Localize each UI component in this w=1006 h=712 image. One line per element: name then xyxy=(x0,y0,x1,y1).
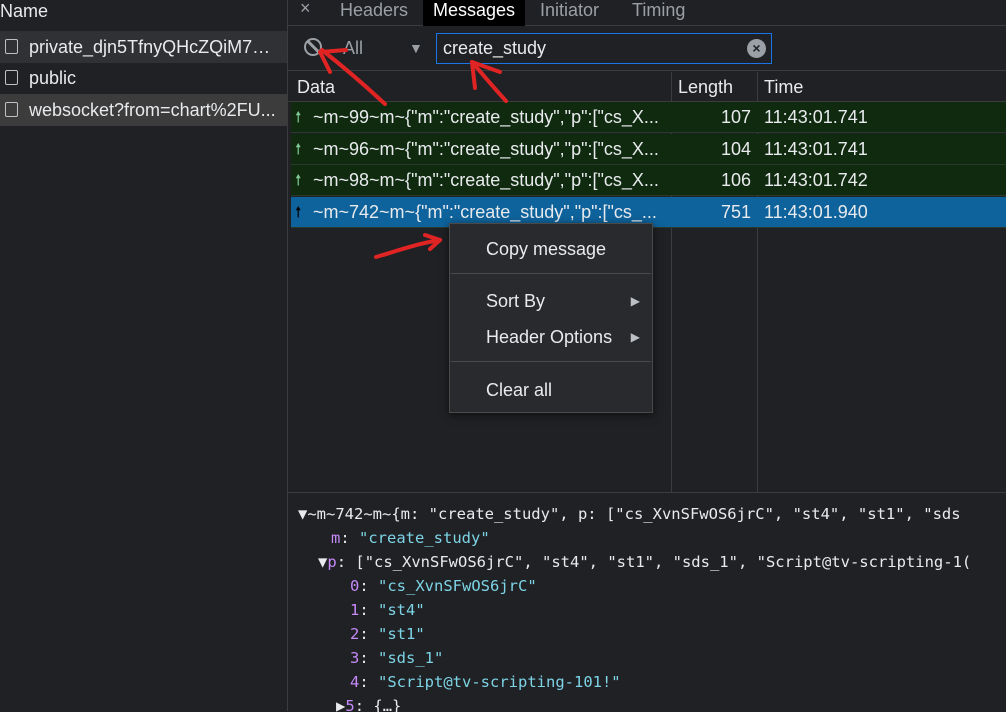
column-header-time[interactable]: Time xyxy=(764,77,803,98)
message-data: ~m~96~m~{"m":"create_study","p":["cs_X..… xyxy=(313,139,659,159)
message-time: 11:43:01.940 xyxy=(764,202,868,222)
menu-item-copy-message[interactable]: Copy message xyxy=(486,239,606,260)
submenu-arrow-icon: ▶ xyxy=(630,330,640,344)
request-item[interactable]: private_djn5TfnyQHcZQiM7M... xyxy=(0,31,287,63)
tree-array-item: 0: "cs_XvnSFwOS6jrC" xyxy=(350,577,537,595)
message-detail-tree: ▼~m~742~m~{m: "create_study", p: ["cs_Xv… xyxy=(288,492,1006,712)
tree-index: 0 xyxy=(350,577,360,595)
tree-value: "create_study" xyxy=(359,529,490,547)
tree-key: p xyxy=(327,553,337,571)
tree-value: "cs_XvnSFwOS6jrC" xyxy=(378,577,537,595)
tree-array-item[interactable]: ▶5: {…} xyxy=(336,697,401,712)
message-length: 751 xyxy=(720,202,751,222)
message-data: ~m~98~m~{"m":"create_study","p":["cs_X..… xyxy=(313,170,659,190)
tree-value: "st4" xyxy=(378,601,425,619)
tree-index: 1 xyxy=(350,601,360,619)
message-time: 11:43:01.741 xyxy=(764,107,868,127)
tree-node-p[interactable]: ▼p: ["cs_XvnSFwOS6jrC", "st4", "st1", "s… xyxy=(318,553,971,571)
tab-initiator[interactable]: Initiator xyxy=(530,0,609,26)
tree-value: "Script@tv-scripting-101!" xyxy=(378,673,621,691)
grid-header: Data Length Time xyxy=(288,72,1006,102)
request-name: websocket?from=chart%2FU... xyxy=(29,100,276,120)
tree-value: "st1" xyxy=(378,625,425,643)
sent-arrow-icon: 🠕 xyxy=(295,109,302,126)
clear-icon[interactable]: × xyxy=(747,39,766,58)
request-type-icon xyxy=(5,70,18,85)
request-type-icon xyxy=(5,39,18,54)
message-time: 11:43:01.742 xyxy=(764,170,868,190)
message-length: 107 xyxy=(720,107,751,127)
menu-separator xyxy=(451,361,651,362)
request-name: private_djn5TfnyQHcZQiM7M... xyxy=(29,37,279,57)
message-time: 11:43:01.741 xyxy=(764,139,868,159)
expand-arrow-icon[interactable]: ▶ xyxy=(336,697,345,712)
tab-messages[interactable]: Messages xyxy=(423,0,526,26)
request-item[interactable]: public xyxy=(0,62,287,94)
context-menu: Copy message Sort By ▶ Header Options ▶ … xyxy=(449,223,653,413)
tree-root-text: ~m~742~m~{m: "create_study", p: ["cs_Xvn… xyxy=(307,505,961,523)
message-row[interactable]: 🠕 ~m~98~m~{"m":"create_study","p":["cs_X… xyxy=(291,165,1006,196)
sent-arrow-icon: 🠕 xyxy=(295,204,302,221)
name-column-header[interactable]: Name xyxy=(0,0,287,26)
request-item-selected[interactable]: websocket?from=chart%2FU... xyxy=(0,94,287,126)
chevron-down-icon[interactable]: ▼ xyxy=(409,40,423,56)
column-header-length[interactable]: Length xyxy=(678,77,733,98)
tab-bar: × Headers Messages Initiator Timing xyxy=(288,0,1006,26)
filter-bar: All ▼ × xyxy=(288,26,1006,71)
message-data: ~m~99~m~{"m":"create_study","p":["cs_X..… xyxy=(313,107,659,127)
request-list-panel: Name private_djn5TfnyQHcZQiM7M... public… xyxy=(0,0,288,711)
menu-item-sort-by[interactable]: Sort By xyxy=(486,291,636,312)
tree-array-item: 4: "Script@tv-scripting-101!" xyxy=(350,673,621,691)
tree-index: 3 xyxy=(350,649,360,667)
menu-item-label: Header Options xyxy=(486,327,613,347)
message-row[interactable]: 🠕 ~m~96~m~{"m":"create_study","p":["cs_X… xyxy=(291,134,1006,165)
tree-node-m: m: "create_study" xyxy=(331,529,490,547)
menu-item-label: Sort By xyxy=(486,291,546,311)
request-name: public xyxy=(29,68,77,88)
tree-index: 5 xyxy=(345,697,355,712)
request-type-icon xyxy=(5,102,18,117)
tree-root[interactable]: ▼~m~742~m~{m: "create_study", p: ["cs_Xv… xyxy=(298,505,961,523)
tree-array-item: 1: "st4" xyxy=(350,601,425,619)
menu-item-clear-all[interactable]: Clear all xyxy=(486,380,552,401)
tree-value: {…} xyxy=(373,697,402,712)
block-icon[interactable] xyxy=(304,38,322,56)
column-header-data[interactable]: Data xyxy=(297,77,335,98)
tree-index: 2 xyxy=(350,625,360,643)
search-box[interactable]: × xyxy=(436,33,772,64)
tab-headers[interactable]: Headers xyxy=(330,0,418,26)
message-length: 104 xyxy=(720,139,751,159)
sent-arrow-icon: 🠕 xyxy=(295,172,302,189)
expand-arrow-icon[interactable]: ▼ xyxy=(298,505,307,523)
submenu-arrow-icon: ▶ xyxy=(630,294,640,308)
message-row[interactable]: 🠕 ~m~99~m~{"m":"create_study","p":["cs_X… xyxy=(291,102,1006,133)
tree-value: ["cs_XvnSFwOS6jrC", "st4", "st1", "sds_1… xyxy=(355,553,972,571)
tree-value: "sds_1" xyxy=(378,649,444,667)
tree-key: m xyxy=(331,529,341,547)
tab-timing[interactable]: Timing xyxy=(622,0,695,26)
menu-item-header-options[interactable]: Header Options xyxy=(486,327,612,348)
menu-separator xyxy=(451,273,651,274)
close-icon[interactable]: × xyxy=(300,0,311,19)
sent-arrow-icon: 🠕 xyxy=(295,141,302,158)
tree-index: 4 xyxy=(350,673,360,691)
tree-array-item: 2: "st1" xyxy=(350,625,425,643)
search-input[interactable] xyxy=(443,37,733,60)
filter-type-select[interactable]: All xyxy=(343,38,363,59)
tree-array-item: 3: "sds_1" xyxy=(350,649,444,667)
message-length: 106 xyxy=(720,170,751,190)
expand-arrow-icon[interactable]: ▼ xyxy=(318,553,327,571)
